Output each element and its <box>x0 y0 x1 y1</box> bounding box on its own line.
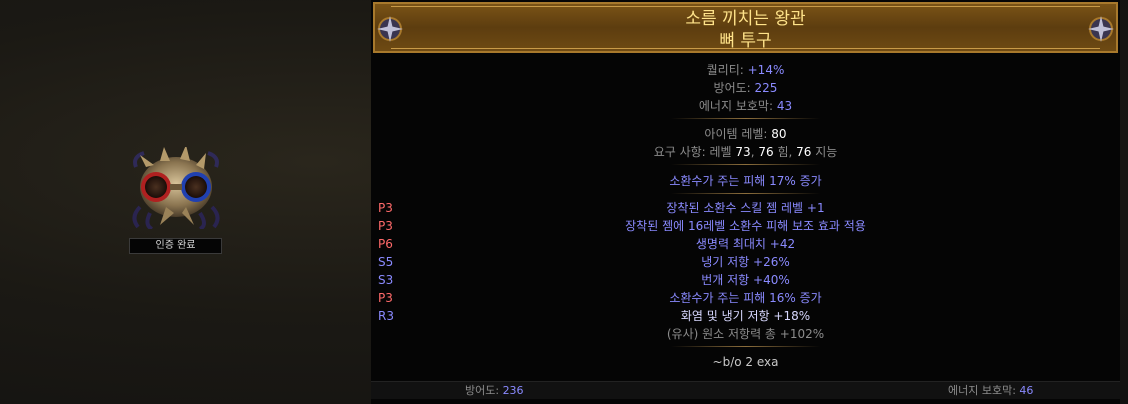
explicit-mod: 장착된 소환수 스킬 젬 레벨 +1 <box>666 201 825 215</box>
property-label: 방어도: <box>713 81 755 95</box>
explicit-mod: 장착된 젬에 16레벨 소환수 피해 보조 효과 적용 <box>625 219 866 233</box>
bone-helmet-icon <box>132 145 220 231</box>
footer-armour-value: 236 <box>502 384 524 397</box>
property-armour: 방어도: 225 <box>371 80 1120 96</box>
stats-footer: 방어도: 236 에너지 보호막: 46 <box>371 381 1120 399</box>
item-name: 소름 끼치는 왕관 <box>685 9 806 29</box>
property-value: +14% <box>747 63 785 77</box>
separator <box>671 193 820 194</box>
requirements-prefix: 요구 사항: 레벨 <box>653 145 736 159</box>
requirements: 요구 사항: 레벨 73, 76 힘, 76 지능 <box>371 144 1120 160</box>
footer-armour-label: 방어도: <box>465 384 503 397</box>
req-str-label: 힘, <box>773 145 797 159</box>
property-energy-shield: 에너지 보호막: 43 <box>371 98 1120 114</box>
item-tooltip: 소름 끼치는 왕관 뼈 투구 퀄리티: +14% 방어도: 225 에너지 보호… <box>371 0 1120 404</box>
req-int: 76 <box>796 145 812 159</box>
footer-energy-shield: 에너지 보호막: 46 <box>948 383 1033 398</box>
property-value: 43 <box>776 99 793 113</box>
req-level: 73 <box>735 145 751 159</box>
footer-es-value: 46 <box>1019 384 1034 397</box>
req-int-label: 지능 <box>811 145 838 159</box>
pseudo-mod: (유사) 원소 저항력 총 +102% <box>666 327 825 341</box>
item-image[interactable] <box>130 145 222 231</box>
explicit-mod: 냉기 저항 +26% <box>701 255 790 269</box>
implicit-mod: 소환수가 주는 피해 17% 증가 <box>669 174 822 188</box>
tooltip-header: 소름 끼치는 왕관 뼈 투구 <box>373 2 1118 53</box>
explicit-mod: 번개 저항 +40% <box>701 273 790 287</box>
separator <box>671 346 820 347</box>
property-quality: 퀄리티: +14% <box>371 62 1120 78</box>
item-base-type: 뼈 투구 <box>719 31 772 51</box>
separator <box>671 118 820 119</box>
explicit-mod: 화염 및 냉기 저항 +18% <box>680 309 811 323</box>
explicit-mod: 생명력 최대치 +42 <box>695 237 796 251</box>
price-note: ~b/o 2 exa <box>712 355 779 369</box>
req-str: 76 <box>758 145 774 159</box>
separator <box>671 164 820 165</box>
footer-es-label: 에너지 보호막: <box>948 384 1020 397</box>
item-level-label: 아이템 레벨: <box>704 127 772 141</box>
property-label: 에너지 보호막: <box>698 99 777 113</box>
property-value: 225 <box>754 81 778 95</box>
item-level-value: 80 <box>771 127 787 141</box>
certified-badge: 인증 완료 <box>129 238 222 254</box>
item-level: 아이템 레벨: 80 <box>371 126 1120 142</box>
footer-armour: 방어도: 236 <box>465 383 524 398</box>
property-label: 퀄리티: <box>706 63 748 77</box>
explicit-mod: 소환수가 주는 피해 16% 증가 <box>669 291 822 305</box>
